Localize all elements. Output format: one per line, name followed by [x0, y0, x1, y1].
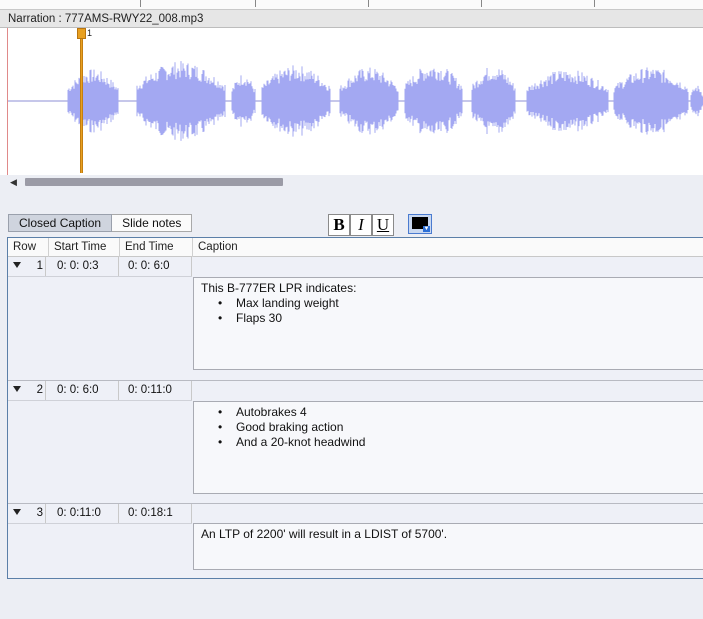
scroll-left-icon[interactable]: ◀ — [10, 177, 17, 188]
table-header: Row Start Time End Time Caption — [8, 238, 703, 257]
text-color-button[interactable]: ▼ — [408, 214, 432, 234]
col-start-header[interactable]: Start Time — [49, 238, 120, 257]
caption-text: An LTP of 2200' will result in a LDIST o… — [201, 527, 448, 541]
waveform-scrollbar[interactable]: ◀ — [0, 175, 703, 189]
caption-editor[interactable]: An LTP of 2200' will result in a LDIST o… — [193, 523, 703, 570]
caption-bullet: Good braking action — [201, 420, 697, 435]
playhead-marker[interactable] — [80, 38, 83, 173]
caption-bullet: Flaps 30 — [201, 311, 697, 326]
timeline-ruler[interactable] — [0, 0, 703, 10]
waveform — [8, 61, 703, 141]
disclosure-triangle-icon[interactable] — [13, 386, 21, 392]
disclosure-triangle-icon[interactable] — [13, 262, 21, 268]
scroll-thumb[interactable] — [25, 178, 283, 186]
caption-bullet: Max landing weight — [201, 296, 697, 311]
end-time[interactable]: 0: 0:11:0 — [120, 381, 192, 400]
caption-editor[interactable]: This B-777ER LPR indicates: Max landing … — [193, 277, 703, 370]
caption-bullet: And a 20-knot headwind — [201, 435, 697, 450]
col-caption-header[interactable]: Caption — [193, 238, 703, 257]
bold-button[interactable]: B — [328, 214, 350, 236]
waveform-panel[interactable]: 1 — [0, 28, 703, 175]
caption-bullet: Autobrakes 4 — [201, 405, 697, 420]
caption-editor[interactable]: Autobrakes 4 Good braking action And a 2… — [193, 401, 703, 494]
end-time[interactable]: 0: 0:18:1 — [120, 504, 192, 523]
col-end-header[interactable]: End Time — [120, 238, 193, 257]
start-time[interactable]: 0: 0: 0:3 — [49, 257, 119, 276]
italic-button[interactable]: I — [350, 214, 372, 236]
playhead-handle[interactable] — [77, 28, 86, 39]
end-time[interactable]: 0: 0: 6:0 — [120, 257, 192, 276]
row-number: 3 — [24, 504, 46, 523]
tab-closed-caption[interactable]: Closed Caption — [8, 214, 113, 232]
table-row[interactable]: 1 0: 0: 0:3 0: 0: 6:0 This B-777ER LPR i… — [8, 257, 703, 381]
table-row[interactable]: 2 0: 0: 6:0 0: 0:11:0 Autobrakes 4 Good … — [8, 381, 703, 504]
caption-text: This B-777ER LPR indicates: — [201, 281, 357, 295]
chevron-down-icon: ▼ — [423, 226, 430, 232]
start-time[interactable]: 0: 0: 6:0 — [49, 381, 119, 400]
tab-slide-notes[interactable]: Slide notes — [112, 214, 193, 232]
table-row[interactable]: 3 0: 0:11:0 0: 0:18:1 An LTP of 2200' wi… — [8, 504, 703, 580]
row-number: 1 — [24, 257, 46, 276]
tab-bar: Closed Caption Slide notes — [8, 214, 193, 232]
waveform-left-bound — [7, 28, 8, 175]
col-row-header[interactable]: Row — [8, 238, 49, 257]
underline-button[interactable]: U — [372, 214, 394, 236]
caption-table: Row Start Time End Time Caption 1 0: 0: … — [7, 237, 703, 579]
narration-track-label: Narration : 777AMS-RWY22_008.mp3 — [0, 10, 703, 28]
start-time[interactable]: 0: 0:11:0 — [49, 504, 119, 523]
disclosure-triangle-icon[interactable] — [13, 509, 21, 515]
marker-label: 1 — [87, 28, 93, 38]
row-number: 2 — [24, 381, 46, 400]
